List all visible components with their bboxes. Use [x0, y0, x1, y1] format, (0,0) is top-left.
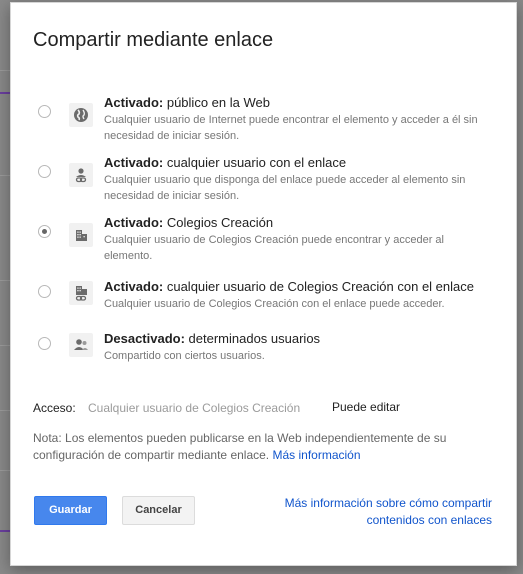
option-domain-with-link[interactable]: Activado: cualquier usuario de Colegios … — [11, 277, 516, 337]
option-title: Activado: cualquier usuario con el enlac… — [104, 155, 346, 170]
option-anyone-with-link[interactable]: Activado: cualquier usuario con el enlac… — [11, 153, 516, 213]
option-title: Activado: Colegios Creación — [104, 215, 273, 230]
option-status: Activado: — [104, 279, 164, 294]
people-icon — [69, 333, 93, 357]
publish-note: Nota: Los elementos pueden publicarse en… — [33, 430, 473, 464]
option-description: Cualquier usuario de Colegios Creación c… — [104, 298, 445, 310]
option-description: Cualquier usuario de Colegios Creación p… — [104, 234, 444, 262]
sharing-help-link[interactable]: Más información sobre cómo compartir con… — [242, 495, 492, 529]
option-label: cualquier usuario de Colegios Creación c… — [163, 279, 474, 294]
option-domain[interactable]: Activado: Colegios Creación Cualquier us… — [11, 213, 516, 273]
radio-domain-with-link[interactable] — [38, 285, 51, 298]
building-icon — [69, 223, 93, 247]
radio-domain[interactable] — [38, 225, 51, 238]
save-button[interactable]: Guardar — [34, 496, 107, 525]
option-status: Activado: — [104, 215, 164, 230]
option-status: Activado: — [104, 95, 164, 110]
option-label: cualquier usuario con el enlace — [163, 155, 347, 170]
radio-specific-people[interactable] — [38, 337, 51, 350]
option-status: Activado: — [104, 155, 164, 170]
option-description: Cualquier usuario que disponga del enlac… — [104, 174, 466, 202]
option-description: Cualquier usuario de Internet puede enco… — [104, 114, 478, 142]
option-title: Activado: público en la Web — [104, 95, 270, 110]
option-label: determinados usuarios — [184, 331, 321, 346]
person-link-icon — [69, 163, 93, 187]
option-title: Activado: cualquier usuario de Colegios … — [104, 279, 474, 294]
building-link-icon — [69, 281, 93, 305]
option-description: Compartido con ciertos usuarios. — [104, 350, 265, 362]
radio-anyone-with-link[interactable] — [38, 165, 51, 178]
option-label: Colegios Creación — [163, 215, 274, 230]
option-status: Desactivado: — [104, 331, 185, 346]
more-info-link[interactable]: Más información — [272, 448, 360, 462]
share-link-dialog: Compartir mediante enlace Activado: públ… — [10, 2, 517, 566]
option-label: público en la Web — [163, 95, 270, 110]
access-label: Acceso: — [33, 401, 76, 415]
permission-dropdown[interactable]: Puede editar — [332, 400, 400, 414]
note-text: Nota: Los elementos pueden publicarse en… — [33, 431, 447, 462]
access-value: Cualquier usuario de Colegios Creación — [88, 401, 301, 415]
globe-icon — [69, 103, 93, 127]
option-title: Desactivado: determinados usuarios — [104, 331, 320, 346]
dialog-title: Compartir mediante enlace — [33, 29, 274, 51]
option-public-web[interactable]: Activado: público en la Web Cualquier us… — [11, 93, 516, 153]
option-specific-people[interactable]: Desactivado: determinados usuarios Compa… — [11, 329, 516, 389]
radio-public-web[interactable] — [38, 105, 51, 118]
cancel-button[interactable]: Cancelar — [122, 496, 195, 525]
